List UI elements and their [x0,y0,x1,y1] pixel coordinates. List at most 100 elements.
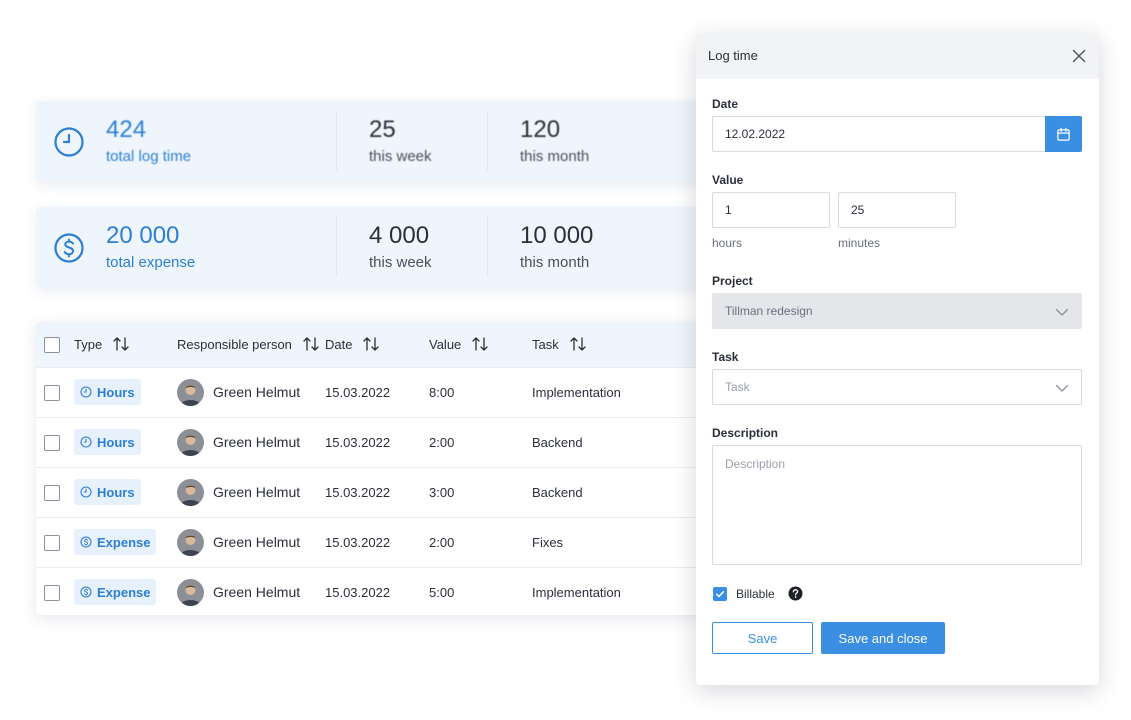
column-header-label: Task [532,336,559,352]
week-log-time-stat: 25 this week [369,117,432,167]
save-button[interactable]: Save [712,622,813,654]
total-log-time-label: total log time [106,148,192,165]
entry-date: 15.03.2022 [325,385,391,400]
description-textarea[interactable]: Description [712,445,1082,565]
date-input[interactable]: 12.02.2022 [712,116,1046,152]
table-row[interactable]: Expense Green Helmut 15.03.2022 2:00 Fix… [36,517,716,567]
entry-task: Implementation [532,385,621,400]
checkmark-icon [715,591,725,598]
sort-icon[interactable] [471,336,489,352]
entry-task: Implementation [532,585,621,600]
task-select[interactable]: Task [712,369,1082,405]
dollar-icon [80,536,92,548]
sort-icon[interactable] [362,336,380,352]
week-expense-label: this week [369,254,432,271]
hours-input[interactable]: 1 [712,192,830,228]
avatar [177,479,204,506]
close-icon[interactable] [1071,48,1087,64]
chevron-down-icon [1055,384,1069,392]
week-expense-value: 4 000 [369,222,430,249]
dollar-icon [80,586,92,598]
week-expense-stat: 4 000 this week [369,223,432,273]
entry-date: 15.03.2022 [325,485,391,500]
minutes-input[interactable]: 25 [838,192,956,228]
responsible-person: Green Helmut [213,484,301,500]
clock-icon [80,386,92,398]
calendar-icon [1057,127,1070,141]
help-icon[interactable] [788,586,803,601]
column-header-value[interactable]: Value [429,336,489,352]
date-picker-button[interactable] [1045,116,1082,152]
clock-icon [54,127,84,157]
type-badge-expense: Expense [74,579,157,605]
month-log-time-value: 120 [520,116,561,143]
billable-label: Billable [736,587,775,601]
description-label: Description [712,426,779,440]
description-placeholder: Description [725,457,786,471]
entry-date: 15.03.2022 [325,585,391,600]
entry-task: Backend [532,435,583,450]
project-select[interactable]: Tillman redesign [712,293,1082,329]
row-checkbox[interactable] [44,535,60,551]
stat-divider [487,111,488,171]
month-log-time-label: this month [520,148,590,165]
entry-task: Fixes [532,535,564,550]
table-row[interactable]: Hours Green Helmut 15.03.2022 8:00 Imple… [36,367,716,417]
total-log-time-stat: 424 total log time [106,117,191,167]
select-all-checkbox[interactable] [44,337,60,353]
responsible-person: Green Helmut [213,584,301,600]
table-row[interactable]: Hours Green Helmut 15.03.2022 3:00 Backe… [36,467,716,517]
row-checkbox[interactable] [44,485,60,501]
total-expense-label: total expense [106,254,196,271]
week-log-time-label: this week [369,148,432,165]
log-time-stats-card: 424 total log time 25 this week 120 this… [36,101,716,181]
sort-icon[interactable] [112,336,130,352]
stat-divider [487,217,488,277]
entry-value: 3:00 [429,485,455,500]
project-value: Tillman redesign [725,304,813,318]
avatar [177,579,204,606]
column-header-label: Responsible person [177,336,292,352]
week-log-time-value: 25 [369,116,396,143]
month-expense-value: 10 000 [520,222,594,249]
responsible-person: Green Helmut [213,434,301,450]
responsible-person: Green Helmut [213,534,301,550]
type-label: Hours [97,484,135,500]
entry-task: Backend [532,485,583,500]
sort-icon[interactable] [302,336,320,352]
task-placeholder: Task [725,380,750,394]
hours-label: hours [712,236,743,250]
sort-icon[interactable] [569,336,587,352]
save-and-close-button[interactable]: Save and close [821,622,945,654]
table-header: Type Responsible person Date Value Task [36,322,716,367]
column-header-label: Date [325,336,353,352]
type-label: Hours [97,434,135,450]
row-checkbox[interactable] [44,435,60,451]
billable-checkbox[interactable] [713,587,727,601]
row-checkbox[interactable] [44,585,60,601]
log-time-dialog: Log time Date 12.02.2022 Value 1 25 hour… [696,33,1099,685]
responsible-person: Green Helmut [213,384,301,400]
column-header-label: Type [74,336,103,352]
row-checkbox[interactable] [44,385,60,401]
minutes-label: minutes [838,236,881,250]
column-header-date[interactable]: Date [325,336,380,352]
total-expense-stat: 20 000 total expense [106,223,195,273]
avatar [177,529,204,556]
value-label: Value [712,173,744,187]
column-header-task[interactable]: Task [532,336,587,352]
time-entries-table: Type Responsible person Date Value Task … [36,322,716,615]
column-header-responsible-person[interactable]: Responsible person [177,336,320,352]
month-expense-stat: 10 000 this month [520,223,593,273]
column-header-label: Value [429,336,462,352]
table-row[interactable]: Expense Green Helmut 15.03.2022 5:00 Imp… [36,567,716,617]
clock-icon [80,436,92,448]
type-label: Expense [97,534,151,550]
column-header-type[interactable]: Type [74,336,130,352]
entry-date: 15.03.2022 [325,535,391,550]
entry-value: 2:00 [429,435,455,450]
table-row[interactable]: Hours Green Helmut 15.03.2022 2:00 Backe… [36,417,716,467]
type-badge-hours: Hours [74,379,141,405]
total-expense-value: 20 000 [106,222,180,249]
entry-value: 5:00 [429,585,455,600]
